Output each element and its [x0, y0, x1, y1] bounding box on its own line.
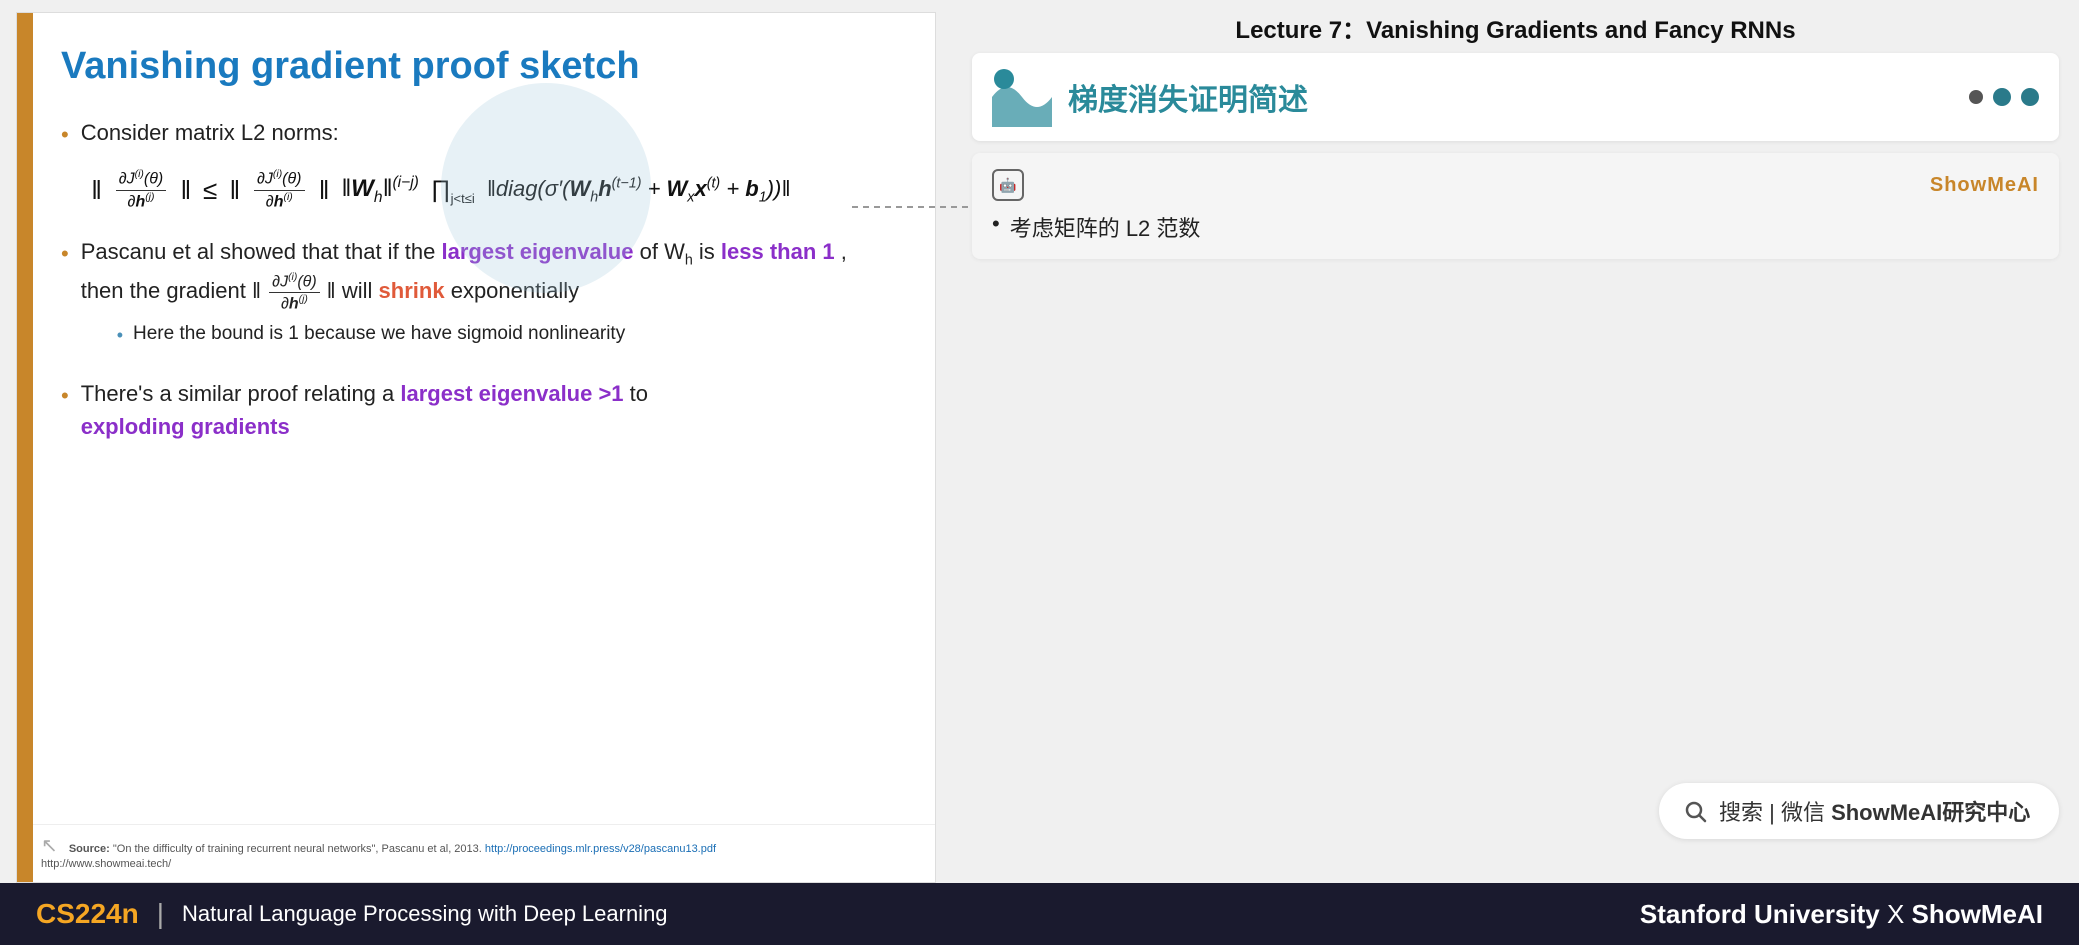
b2-shrink: shrink — [379, 278, 445, 303]
bullet-dot-1: • — [61, 118, 69, 151]
bullet-text-1: Consider matrix L2 norms: — [81, 116, 339, 149]
nav-dot-1[interactable] — [1969, 90, 1983, 104]
b3-exploding: exploding gradients — [81, 414, 290, 439]
university-name: Stanford University — [1640, 899, 1880, 929]
sub-bullet-1: • Here the bound is 1 because we have si… — [117, 320, 895, 349]
nav-dot-2[interactable] — [1993, 88, 2011, 106]
cursor-icon: ↖ — [41, 833, 58, 858]
slide-header-title: 梯度消失证明简述 — [1068, 75, 1953, 119]
fraction-dJ-dh-i: ∂J(i)(θ) ∂h(i) — [254, 169, 304, 211]
slide-accent-bar — [17, 13, 33, 882]
slide-header-right: 梯度消失证明简述 — [972, 53, 2059, 141]
b3-text2: to — [630, 381, 648, 406]
annotation-header: 🤖 ShowMeAI — [992, 169, 2039, 201]
bottom-left: CS224n | Natural Language Processing wit… — [36, 898, 668, 930]
footer-source-label: Source: — [69, 843, 113, 855]
lecture-title: Lecture 7：Vanishing Gradients and Fancy … — [972, 0, 2059, 53]
nav-dots — [1969, 88, 2039, 106]
sub-bullet-dot: • — [117, 322, 123, 349]
slide-title: Vanishing gradient proof sketch — [61, 45, 895, 88]
norm-right: ‖ — [180, 171, 191, 210]
b2-text2: of Wh is — [640, 239, 721, 264]
b3-eigenvalue-gt1: largest eigenvalue >1 — [400, 381, 623, 406]
annotation-text: 考虑矩阵的 L2 范数 — [1010, 211, 1201, 243]
right-panel: Lecture 7：Vanishing Gradients and Fancy … — [952, 0, 2079, 883]
norm-left: ‖ — [91, 171, 102, 210]
slide-panel: Vanishing gradient proof sketch • Consid… — [16, 12, 936, 883]
bullet-dot-2: • — [61, 237, 69, 270]
b2-less-than: less than 1 — [721, 239, 835, 264]
ai-label: 🤖 — [999, 177, 1016, 194]
bullet-1-text: Consider matrix L2 norms: — [81, 120, 339, 145]
course-name: Natural Language Processing with Deep Le… — [182, 901, 668, 927]
search-text: 搜索 | 微信 ShowMeAI研究中心 — [1719, 795, 2030, 827]
frac1: ∂J(i)(θ) ∂h(j) — [114, 169, 168, 211]
norm-left2: ‖ — [229, 171, 240, 210]
b2-fraction: ∂J(i)(θ) ∂h(j) — [267, 282, 327, 302]
footer-source-link[interactable]: http://proceedings.mlr.press/v28/pascanu… — [485, 843, 716, 855]
dashed-connector — [852, 206, 972, 208]
bottom-showmeai: ShowMeAI — [1912, 899, 2043, 929]
bottom-right: Stanford University X ShowMeAI — [1640, 899, 2043, 930]
wh-norm: ‖Wh‖(i−j) — [341, 171, 419, 209]
slide-header-icon — [992, 67, 1052, 127]
sub-bullet-text: Here the bound is 1 because we have sigm… — [133, 320, 625, 349]
slide-footer: ↖ Source: "On the difficulty of training… — [17, 824, 935, 882]
norm-right2: ‖ — [319, 171, 330, 210]
bullet-dot-3: • — [61, 379, 69, 412]
bullet-text-3: There's a similar proof relating a large… — [81, 377, 648, 443]
footer-source-text: "On the difficulty of training recurrent… — [113, 843, 485, 855]
fraction-dJ-dh-ij: ∂J(i)(θ) ∂h(j) — [116, 169, 166, 211]
annotation-bullet: • 考虑矩阵的 L2 范数 — [992, 211, 2039, 243]
course-id: CS224n — [36, 898, 139, 930]
cross-symbol: X — [1887, 899, 1912, 929]
ai-icon: 🤖 — [992, 169, 1024, 201]
bottom-bar: CS224n | Natural Language Processing wit… — [0, 883, 2079, 945]
right-panel-spacer — [972, 275, 2059, 783]
nav-dot-3[interactable] — [2021, 88, 2039, 106]
b3-text1: There's a similar proof relating a — [81, 381, 401, 406]
bottom-divider: | — [157, 898, 164, 930]
search-icon — [1683, 799, 1707, 823]
annotation-bullet-dot: • — [992, 211, 1000, 237]
leq: ≤ — [203, 171, 217, 210]
b2-text1: Pascanu et al showed that that if the — [81, 239, 442, 264]
b2-text4: ‖ will — [327, 278, 379, 303]
annotation-card: 🤖 ShowMeAI • 考虑矩阵的 L2 范数 — [972, 153, 2059, 259]
footer-url: http://www.showmeai.tech/ — [41, 858, 171, 870]
showmeai-brand: ShowMeAI — [1930, 174, 2039, 197]
search-bar[interactable]: 搜索 | 微信 ShowMeAI研究中心 — [1659, 783, 2059, 839]
bullet-item-3: • There's a similar proof relating a lar… — [61, 377, 895, 443]
circle-decoration — [441, 83, 651, 293]
frac-inline: ∂J(i)(θ) ∂h(j) — [269, 272, 319, 314]
